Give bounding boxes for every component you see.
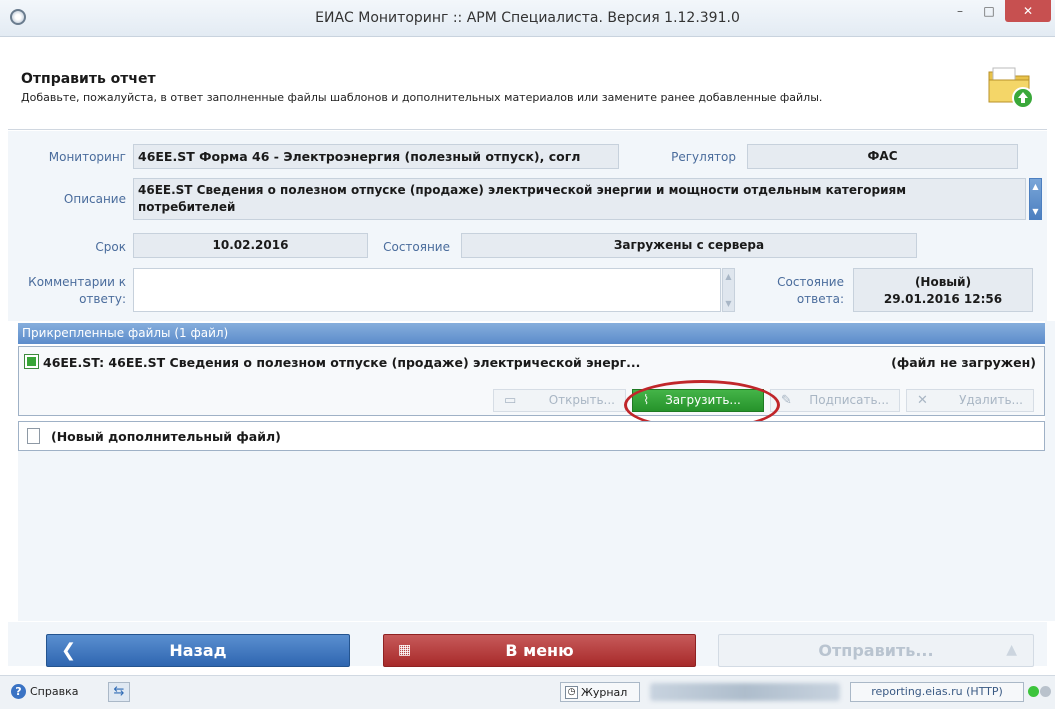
regulator-label: Регулятор [671,150,736,164]
document-icon [27,428,40,444]
new-file-label: (Новый дополнительный файл) [51,429,281,444]
arrow-up-icon: ▲ [1006,642,1017,658]
answer-state-label: Состояние ответа: [777,275,844,306]
description-scrollbar[interactable]: ▲ ▼ [1029,178,1042,220]
files-header: Прикрепленные файлы (1 файл) [18,323,1045,344]
journal-icon: ◷ [565,686,578,699]
answer-state-field[interactable]: (Новый) 29.01.2016 12:56 [853,268,1033,312]
close-button[interactable]: ✕ [1005,0,1051,22]
monitoring-field[interactable]: 46EE.ST Форма 46 - Электроэнергия (полез… [133,144,619,169]
help-icon: ? [11,684,26,699]
chevron-left-icon: ❮ [61,640,77,661]
help-link[interactable]: ? Справка [11,684,78,699]
open-icon: ▭ [504,393,517,408]
title-bar: ЕИАС Мониторинг :: АРМ Специалиста. Верс… [0,0,1055,37]
regulator-field[interactable]: ФАС [747,144,1018,169]
window-title: ЕИАС Мониторинг :: АРМ Специалиста. Верс… [315,10,740,26]
files-list-empty-area [18,451,1045,621]
comment-scrollbar[interactable]: ▲ ▼ [722,268,735,312]
new-file-item[interactable]: (Новый дополнительный файл) [18,421,1045,451]
comment-label: Комментарии к ответу: [28,275,126,306]
connection-status-icon [1028,686,1039,697]
menu-label: В меню [505,641,574,660]
file-status: (файл не загружен) [891,355,1036,370]
deadline-field[interactable]: 10.02.2016 [133,233,368,258]
scroll-up-icon[interactable]: ▲ [723,271,734,282]
monitoring-label: Мониторинг [48,150,126,164]
sign-button[interactable]: ✎ Подписать... [770,389,900,412]
attached-file-item[interactable]: 46EE.ST: 46EE.ST Сведения о полезном отп… [18,346,1045,416]
refresh-icon[interactable]: ⇆ [108,682,130,702]
answer-state-value: (Новый) [914,275,972,289]
scroll-up-icon[interactable]: ▲ [1030,181,1041,192]
file-name: 46EE.ST: 46EE.ST Сведения о полезном отп… [43,355,641,370]
back-button[interactable]: ❮ Назад [46,634,350,667]
files-panel-edge [1045,321,1055,621]
journal-label: Журнал [581,686,628,699]
page-subtitle: Добавьте, пожалуйста, в ответ заполненны… [21,91,823,104]
status-bar: ? Справка ⇆ ◷ Журнал reporting.eias.ru (H… [0,675,1055,709]
delete-label: Удалить... [959,393,1023,407]
description-label: Описание [63,192,126,206]
state-label: Состояние [383,240,450,254]
maximize-button[interactable]: □ [975,0,1003,22]
send-button[interactable]: Отправить... ▲ [718,634,1034,667]
send-label: Отправить... [818,641,934,660]
journal-button[interactable]: ◷ Журнал [560,682,640,702]
scroll-down-icon[interactable]: ▼ [723,298,734,309]
page-title: Отправить отчет [21,71,156,87]
connection-status-icon-secondary [1040,686,1051,697]
answer-state-date: 29.01.2016 12:56 [883,292,1003,306]
open-button[interactable]: ▭ Открыть... [493,389,626,412]
scroll-down-icon[interactable]: ▼ [1030,206,1041,217]
menu-button[interactable]: ▦ В меню [383,634,696,667]
state-field[interactable]: Загружены с сервера [461,233,917,258]
back-label: Назад [169,641,227,660]
comment-input[interactable] [133,268,721,312]
sign-icon: ✎ [781,393,792,408]
minimize-button[interactable]: – [946,0,974,22]
deadline-label: Срок [95,240,126,254]
delete-icon: ✕ [917,393,928,408]
sign-label: Подписать... [809,393,889,407]
page-header: Отправить отчет Добавьте, пожалуйста, в … [8,38,1047,130]
open-label: Открыть... [548,393,615,407]
server-indicator: reporting.eias.ru (HTTP) [850,682,1024,702]
delete-button[interactable]: ✕ Удалить... [906,389,1034,412]
description-field[interactable]: 46EE.ST Сведения о полезном отпуске (про… [133,178,1026,220]
help-label: Справка [30,685,79,698]
grid-icon: ▦ [398,642,412,658]
folder-upload-icon [988,67,1034,109]
user-name-blurred [650,683,840,701]
excel-file-icon [24,354,39,369]
